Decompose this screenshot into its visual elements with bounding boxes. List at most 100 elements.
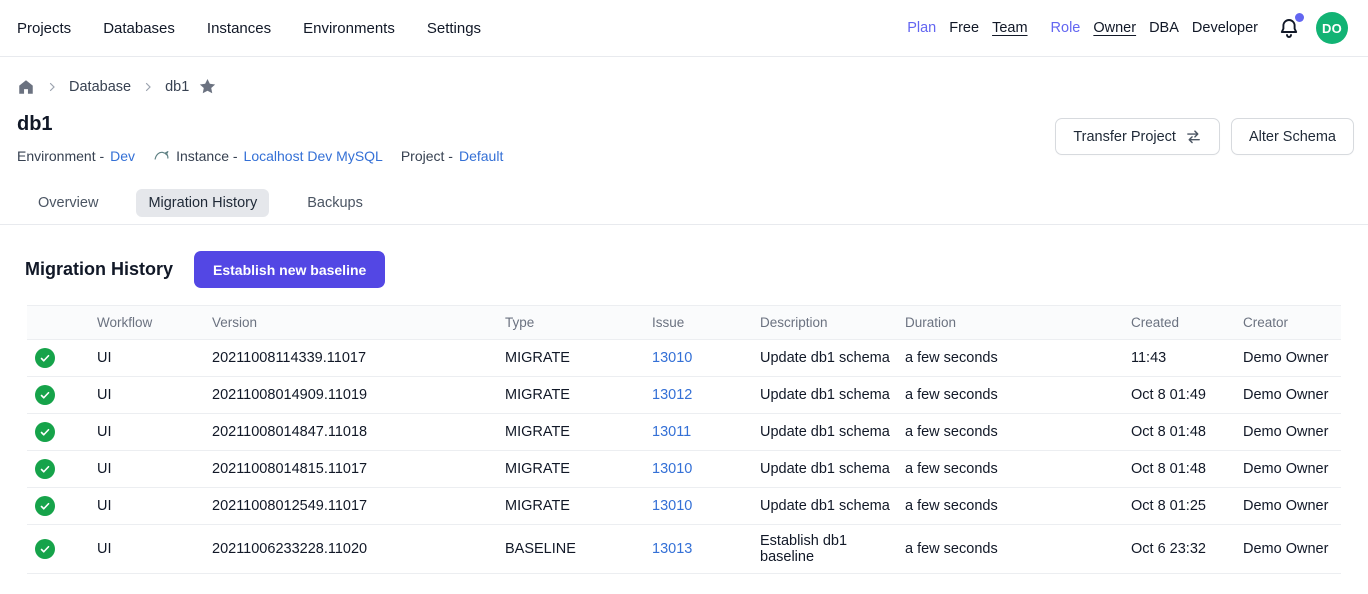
issue-link[interactable]: 13010: [652, 350, 692, 366]
cell-version: 20211008114339.11017: [212, 340, 505, 377]
cell-workflow: UI: [97, 340, 212, 377]
cell-description: Update db1 schema: [760, 377, 905, 414]
migration-history-table: Workflow Version Type Issue Description …: [27, 305, 1341, 574]
cell-description: Update db1 schema: [760, 414, 905, 451]
nav-item-instances[interactable]: Instances: [207, 20, 271, 37]
notifications-bell-icon[interactable]: [1277, 15, 1303, 41]
alter-schema-button[interactable]: Alter Schema: [1231, 118, 1354, 155]
cell-version: 20211008014847.11018: [212, 414, 505, 451]
table-row[interactable]: UI 20211008012549.11017 MIGRATE 13010 Up…: [27, 488, 1341, 525]
cell-workflow: UI: [97, 414, 212, 451]
cell-description: Update db1 schema: [760, 451, 905, 488]
issue-link[interactable]: 13013: [652, 541, 692, 557]
cell-version: 20211006233228.11020: [212, 525, 505, 574]
issue-link[interactable]: 13010: [652, 498, 692, 514]
success-status-icon: [35, 539, 55, 559]
cell-duration: a few seconds: [905, 414, 1131, 451]
notification-dot: [1295, 13, 1304, 22]
tab-backups[interactable]: Backups: [295, 189, 375, 217]
cell-duration: a few seconds: [905, 525, 1131, 574]
cell-workflow: UI: [97, 488, 212, 525]
nav-item-databases[interactable]: Databases: [103, 20, 175, 37]
chevron-right-icon: [142, 81, 154, 93]
table-row[interactable]: UI 20211006233228.11020 BASELINE 13013 E…: [27, 525, 1341, 574]
issue-link[interactable]: 13011: [652, 424, 691, 440]
cell-workflow: UI: [97, 451, 212, 488]
col-description: Description: [760, 306, 905, 340]
cell-created: 11:43: [1131, 340, 1243, 377]
cell-workflow: UI: [97, 377, 212, 414]
establish-baseline-button[interactable]: Establish new baseline: [194, 251, 385, 288]
cell-type: BASELINE: [505, 525, 652, 574]
tab-overview[interactable]: Overview: [26, 189, 110, 217]
breadcrumb-current: db1: [165, 79, 189, 95]
plan-label: Plan: [907, 20, 936, 36]
cell-creator: Demo Owner: [1243, 451, 1341, 488]
col-type: Type: [505, 306, 652, 340]
col-status: [27, 306, 97, 340]
tabs-bar: Overview Migration History Backups: [0, 189, 1368, 225]
cell-creator: Demo Owner: [1243, 340, 1341, 377]
tab-migration-history[interactable]: Migration History: [136, 189, 269, 217]
cell-description: Establish db1 baseline: [760, 525, 905, 574]
cell-duration: a few seconds: [905, 377, 1131, 414]
cell-type: MIGRATE: [505, 414, 652, 451]
instance-link[interactable]: Localhost Dev MySQL: [244, 148, 383, 164]
role-developer-option[interactable]: Developer: [1192, 20, 1258, 36]
col-issue: Issue: [652, 306, 760, 340]
cell-type: MIGRATE: [505, 377, 652, 414]
header-actions: Transfer Project Alter Schema: [1055, 118, 1354, 155]
cell-duration: a few seconds: [905, 451, 1131, 488]
home-icon[interactable]: [17, 78, 35, 96]
col-creator: Creator: [1243, 306, 1341, 340]
success-status-icon: [35, 459, 55, 479]
table-row[interactable]: UI 20211008114339.11017 MIGRATE 13010 Up…: [27, 340, 1341, 377]
cell-creator: Demo Owner: [1243, 414, 1341, 451]
breadcrumb-database[interactable]: Database: [69, 79, 131, 95]
table-row[interactable]: UI 20211008014815.11017 MIGRATE 13010 Up…: [27, 451, 1341, 488]
cell-type: MIGRATE: [505, 488, 652, 525]
section-title: Migration History: [25, 259, 173, 280]
success-status-icon: [35, 496, 55, 516]
user-avatar[interactable]: DO: [1316, 12, 1348, 44]
nav-item-projects[interactable]: Projects: [17, 20, 71, 37]
transfer-project-button[interactable]: Transfer Project: [1055, 118, 1220, 155]
cell-created: Oct 8 01:49: [1131, 377, 1243, 414]
table-row[interactable]: UI 20211008014909.11019 MIGRATE 13012 Up…: [27, 377, 1341, 414]
cell-created: Oct 6 23:32: [1131, 525, 1243, 574]
col-duration: Duration: [905, 306, 1131, 340]
cell-created: Oct 8 01:25: [1131, 488, 1243, 525]
cell-created: Oct 8 01:48: [1131, 451, 1243, 488]
main-nav: Projects Databases Instances Environment…: [17, 20, 481, 37]
project-link[interactable]: Default: [459, 148, 503, 164]
migration-history-section: Migration History Establish new baseline: [25, 251, 1368, 288]
nav-item-environments[interactable]: Environments: [303, 20, 395, 37]
alter-schema-label: Alter Schema: [1249, 129, 1336, 145]
nav-item-settings[interactable]: Settings: [427, 20, 481, 37]
col-created: Created: [1131, 306, 1243, 340]
environment-link[interactable]: Dev: [110, 148, 135, 164]
cell-created: Oct 8 01:48: [1131, 414, 1243, 451]
project-label: Project -: [401, 148, 453, 164]
instance-label: Instance -: [176, 148, 237, 164]
role-label: Role: [1051, 20, 1081, 36]
issue-link[interactable]: 13012: [652, 387, 692, 403]
success-status-icon: [35, 348, 55, 368]
role-dba-option[interactable]: DBA: [1149, 20, 1179, 36]
transfer-arrows-icon: [1185, 128, 1202, 145]
cell-duration: a few seconds: [905, 340, 1131, 377]
plan-team-option[interactable]: Team: [992, 20, 1027, 36]
col-workflow: Workflow: [97, 306, 212, 340]
cell-workflow: UI: [97, 525, 212, 574]
cell-type: MIGRATE: [505, 451, 652, 488]
table-row[interactable]: UI 20211008014847.11018 MIGRATE 13011 Up…: [27, 414, 1341, 451]
role-owner-option[interactable]: Owner: [1093, 20, 1136, 36]
favorite-star-icon[interactable]: [198, 77, 217, 96]
cell-version: 20211008014815.11017: [212, 451, 505, 488]
transfer-project-label: Transfer Project: [1073, 129, 1176, 145]
plan-free-option[interactable]: Free: [949, 20, 979, 36]
col-version: Version: [212, 306, 505, 340]
mysql-instance-icon: [153, 147, 170, 164]
issue-link[interactable]: 13010: [652, 461, 692, 477]
breadcrumb: Database db1: [0, 57, 1368, 96]
